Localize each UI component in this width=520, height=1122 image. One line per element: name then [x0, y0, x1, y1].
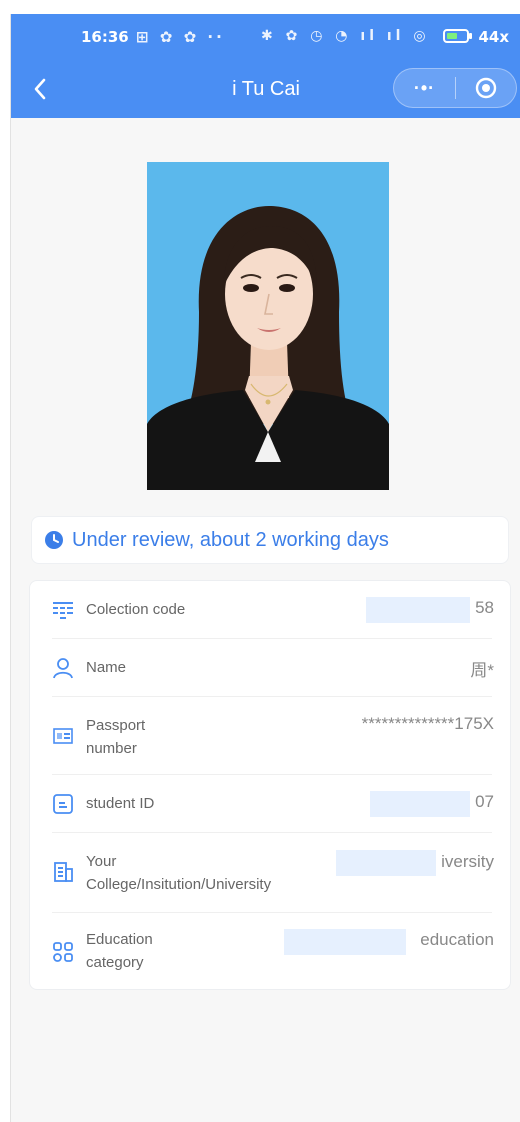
- battery-icon: [443, 29, 473, 43]
- more-button[interactable]: ·•·: [394, 78, 455, 99]
- field-label: Passport number: [86, 717, 146, 757]
- phone-screen: 16:36 ⊞ ✿ ✿ ·· ✱ ✿ ◷ ◔ ıl ıl ◎ 44x i Tu …: [10, 14, 520, 1122]
- field-value: **************175X: [361, 714, 494, 733]
- redaction-mask: [370, 791, 470, 817]
- battery-percent: 44: [478, 28, 500, 46]
- redaction-mask: [336, 850, 436, 876]
- field-value: 07: [475, 792, 494, 811]
- system-icons: ✱ ✿ ◷ ◔ ıl ıl ◎: [261, 28, 430, 44]
- info-row-student-id: student ID 07: [52, 775, 494, 833]
- info-row-education: Education category education: [52, 913, 494, 991]
- applicant-info-card: Colection code 58 Name 周* Passport numbe…: [29, 580, 511, 990]
- field-value: iversity: [441, 852, 494, 871]
- id-photo: [147, 162, 389, 490]
- barcode-icon: [52, 599, 74, 621]
- redaction-mask: [284, 929, 406, 955]
- mini-program-capsule: ·•·: [393, 68, 517, 108]
- clock-icon: [45, 531, 63, 549]
- review-status-banner: Under review, about 2 working days: [31, 516, 509, 564]
- field-label: Colection code: [86, 601, 186, 618]
- person-icon: [52, 657, 74, 679]
- portrait-image: [147, 162, 389, 490]
- info-row-name: Name 周*: [52, 639, 494, 697]
- info-row-collection-code: Colection code 58: [52, 581, 494, 639]
- target-icon: [475, 77, 497, 99]
- field-label: Your College/Insitution/University: [86, 853, 272, 893]
- status-bar: 16:36 ⊞ ✿ ✿ ·· ✱ ✿ ◷ ◔ ıl ıl ◎ 44x: [11, 14, 520, 62]
- student-id-icon: [52, 793, 74, 815]
- close-program-button[interactable]: [456, 76, 516, 100]
- field-label: student ID: [86, 795, 155, 812]
- grid-icon: [52, 941, 74, 963]
- field-label: Education category: [86, 931, 153, 971]
- redaction-mask: [366, 597, 470, 623]
- field-value: education: [420, 930, 494, 949]
- field-value: 周*: [470, 661, 494, 680]
- main-content: Under review, about 2 working days Colec…: [11, 118, 520, 1122]
- top-bar: 16:36 ⊞ ✿ ✿ ·· ✱ ✿ ◷ ◔ ıl ıl ◎ 44x i Tu …: [11, 14, 520, 118]
- building-icon: [52, 861, 74, 883]
- field-value: 58: [475, 598, 494, 617]
- field-label: Name: [86, 659, 127, 676]
- passport-icon: [52, 725, 74, 747]
- navigation-bar: i Tu Cai ·•·: [11, 66, 520, 116]
- notification-icons: ⊞ ✿ ✿ ··: [136, 28, 225, 46]
- info-row-passport: Passport number **************175X: [52, 697, 494, 775]
- review-status-text: Under review, about 2 working days: [72, 528, 389, 551]
- info-row-university: Your College/Insitution/University ivers…: [52, 833, 494, 913]
- battery-indicator: 44x: [443, 28, 509, 46]
- status-time: 16:36: [81, 28, 129, 46]
